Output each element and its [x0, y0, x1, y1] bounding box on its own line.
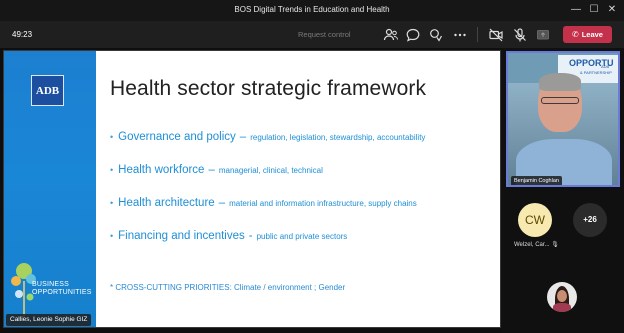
- reactions-icon[interactable]: [428, 27, 444, 43]
- more-options-icon[interactable]: [452, 27, 468, 43]
- close-icon[interactable]: ✕: [604, 2, 620, 18]
- bullet-dot: •: [110, 231, 114, 241]
- bullet-detail: public and private sectors: [256, 232, 348, 241]
- participant-name: Welzel, Car...: [514, 242, 550, 248]
- bullet-heading: Health architecture: [118, 197, 215, 209]
- bullet-dash: –: [218, 197, 226, 209]
- bullet-dot: •: [110, 165, 114, 175]
- participant-avatar-cw[interactable]: CW: [518, 203, 552, 237]
- video-name-tag: Benjamin Coghlan: [511, 176, 562, 185]
- chat-icon[interactable]: [405, 27, 421, 43]
- bullet-dot: •: [110, 198, 114, 208]
- banner-sub-text: & PARTNERSHIP: [580, 70, 612, 75]
- banner-small-text: ADB: [601, 64, 610, 69]
- participant-name-label: Welzel, Car... 🎙: [514, 241, 559, 248]
- bullet-dash: –: [208, 164, 215, 176]
- bullet-detail: regulation, legislation, stewardship, ac…: [250, 133, 426, 142]
- meeting-toolbar: 49:23 Request control ✆ Leave: [0, 21, 624, 48]
- bullet-heading: Financing and incentives: [118, 230, 245, 242]
- bullet-item: • Financing and incentives - public and pri…: [110, 226, 347, 244]
- leave-label: Leave: [581, 30, 603, 39]
- maximize-icon[interactable]: ☐: [586, 2, 602, 18]
- leave-button[interactable]: ✆ Leave: [563, 26, 612, 43]
- title-bar: BOS Digital Trends in Education and Heal…: [0, 0, 624, 21]
- bullet-dash: –: [239, 131, 247, 143]
- speaker-hair: [539, 73, 581, 91]
- bullet-item: • Health workforce – managerial, clinical, …: [110, 160, 323, 178]
- business-opportunities-logo: BUSINESS OPPORTUNITIES: [32, 281, 92, 297]
- mic-muted-icon: 🎙: [551, 242, 559, 248]
- slide-sidebar: ADB BUSINESS OPPORTUNITIES: [4, 51, 96, 327]
- participants-panel: OPPORTU ADB & PARTNERSHIP Benjamin Coghl…: [501, 48, 624, 333]
- cross-cutting-note: * CROSS-CUTTING PRIORITIES: Climate / en…: [110, 283, 346, 292]
- participant-video[interactable]: OPPORTU ADB & PARTNERSHIP Benjamin Coghl…: [506, 51, 620, 187]
- bullet-heading: Governance and policy: [118, 131, 236, 143]
- avatar-face: [557, 290, 567, 302]
- bo-line2: OPPORTUNITIES: [32, 289, 92, 296]
- avatar-body: [553, 303, 571, 312]
- adb-logo: ADB: [31, 75, 64, 106]
- share-tray-icon[interactable]: [535, 27, 551, 43]
- phone-icon: ✆: [572, 30, 579, 39]
- bullet-detail: managerial, clinical, technical: [218, 166, 323, 175]
- participant-avatar-photo[interactable]: [547, 282, 577, 312]
- bullet-detail: material and information infrastructure,…: [229, 199, 417, 208]
- speaker-glasses: [541, 97, 579, 104]
- bullet-item: • Health architecture – material and inform…: [110, 193, 417, 211]
- mic-off-icon[interactable]: [512, 27, 528, 43]
- bullet-dot: •: [110, 132, 114, 142]
- window-title: BOS Digital Trends in Education and Heal…: [234, 5, 390, 14]
- camera-off-icon[interactable]: [488, 27, 504, 43]
- more-participants-button[interactable]: +26: [573, 203, 607, 237]
- bullet-heading: Health workforce: [118, 164, 205, 176]
- bullet-item: • Governance and policy – regulation, legis…: [110, 127, 425, 145]
- presenter-name-tag: Callies, Leonie Sophie GIZ: [6, 314, 92, 326]
- minimize-icon[interactable]: —: [568, 2, 584, 18]
- bo-line1: BUSINESS: [32, 281, 69, 288]
- bullet-dash: -: [248, 230, 253, 242]
- toolbar-divider: [477, 27, 478, 42]
- request-control-button[interactable]: Request control: [298, 30, 351, 39]
- people-icon[interactable]: [383, 27, 399, 43]
- slide-title: Health sector strategic framework: [110, 77, 427, 100]
- meeting-timer: 49:23: [12, 30, 33, 39]
- shared-screen: ADB BUSINESS OPPORTUNITIES Health sector…: [3, 50, 501, 328]
